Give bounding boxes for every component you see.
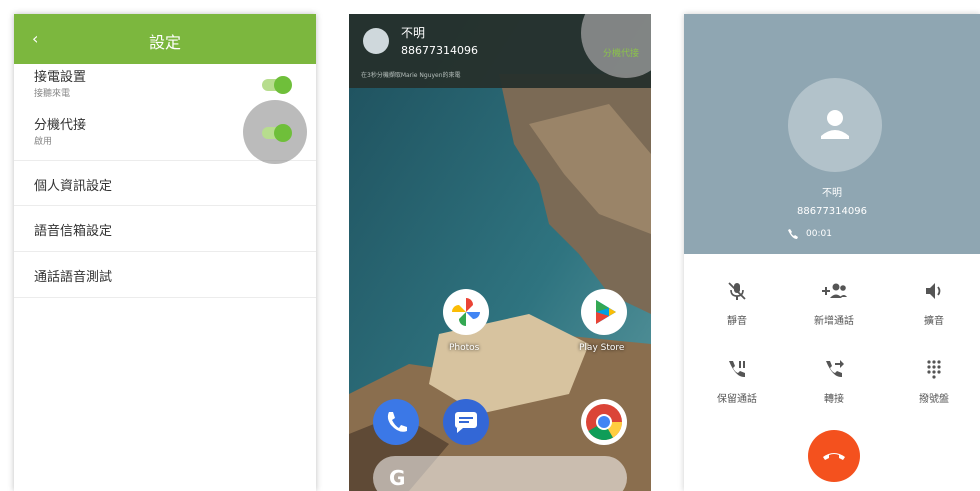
call-header: 不明 88677314096 00:01 <box>684 14 980 254</box>
notification-detail: 在3秒分機擷取Marie Nguyen的來電 <box>361 72 461 79</box>
toggle-knob <box>274 124 292 142</box>
play-store-icon[interactable] <box>581 289 627 335</box>
add-call-icon <box>822 283 847 298</box>
transfer-label: 轉接 <box>824 394 844 405</box>
speaker-label: 擴音 <box>924 316 944 327</box>
settings-header: ‹ 設定 <box>14 14 316 64</box>
hold-button[interactable]: 保留通話 <box>692 354 782 405</box>
app-label: Play Store <box>579 343 625 353</box>
app-label: Photos <box>449 343 480 353</box>
person-icon <box>788 78 882 172</box>
pickup-toggle[interactable] <box>262 124 292 142</box>
in-call-screen: 不明 88677314096 00:01 靜音 新增通話 擴音 保留通話 轉接 … <box>684 14 980 491</box>
google-search-bar[interactable]: G <box>373 456 627 491</box>
caller-name: 不明 <box>822 188 842 199</box>
pickup-button[interactable]: 分機代接 <box>603 46 639 59</box>
toggle-knob <box>274 76 292 94</box>
caller-number: 88677314096 <box>797 206 867 217</box>
dialpad-button[interactable]: 撥號盤 <box>889 354 979 405</box>
list-item-profile[interactable]: 個人資訊設定 <box>14 160 316 206</box>
chrome-icon[interactable] <box>581 399 627 445</box>
add-call-button[interactable]: 新增通話 <box>789 276 879 327</box>
google-icon: G <box>389 466 406 490</box>
dialpad-label: 撥號盤 <box>919 394 949 405</box>
messages-icon[interactable] <box>443 399 489 445</box>
hold-label: 保留通話 <box>717 394 757 405</box>
transfer-icon <box>826 360 844 378</box>
caller-number: 88677314096 <box>401 44 478 57</box>
home-screen: 不明 88677314096 在3秒分機擷取Marie Nguyen的來電 分機… <box>349 14 651 491</box>
incoming-call-notification[interactable]: 不明 88677314096 在3秒分機擷取Marie Nguyen的來電 分機… <box>349 14 651 88</box>
answer-toggle[interactable] <box>262 76 292 94</box>
list-item-voicemail[interactable]: 語音信箱設定 <box>14 206 316 252</box>
setting-row-pickup[interactable]: 分機代接 啟用 <box>14 100 316 164</box>
mute-button[interactable]: 靜音 <box>692 276 782 327</box>
speaker-button[interactable]: 擴音 <box>889 276 979 327</box>
caller-name: 不明 <box>401 26 426 40</box>
hold-icon <box>729 361 745 378</box>
list-item-voice-test[interactable]: 通話語音測試 <box>14 252 316 298</box>
page-title: 設定 <box>148 33 181 52</box>
transfer-button[interactable]: 轉接 <box>789 354 879 405</box>
dialpad-icon <box>927 360 941 379</box>
call-active-icon <box>788 229 798 239</box>
photos-icon[interactable] <box>443 289 489 335</box>
mute-icon <box>728 282 746 300</box>
settings-screen: ‹ 設定 接電設置 接聽來電 分機代接 啟用 個人資訊設定 語音信箱設定 通話語… <box>14 14 316 491</box>
mute-label: 靜音 <box>727 316 747 327</box>
speaker-icon <box>926 283 941 299</box>
add-call-label: 新增通話 <box>814 316 854 327</box>
end-call-icon <box>823 453 845 460</box>
phone-icon[interactable] <box>373 399 419 445</box>
call-timer: 00:01 <box>806 229 832 239</box>
avatar <box>363 28 389 54</box>
hangup-button[interactable] <box>808 430 860 482</box>
